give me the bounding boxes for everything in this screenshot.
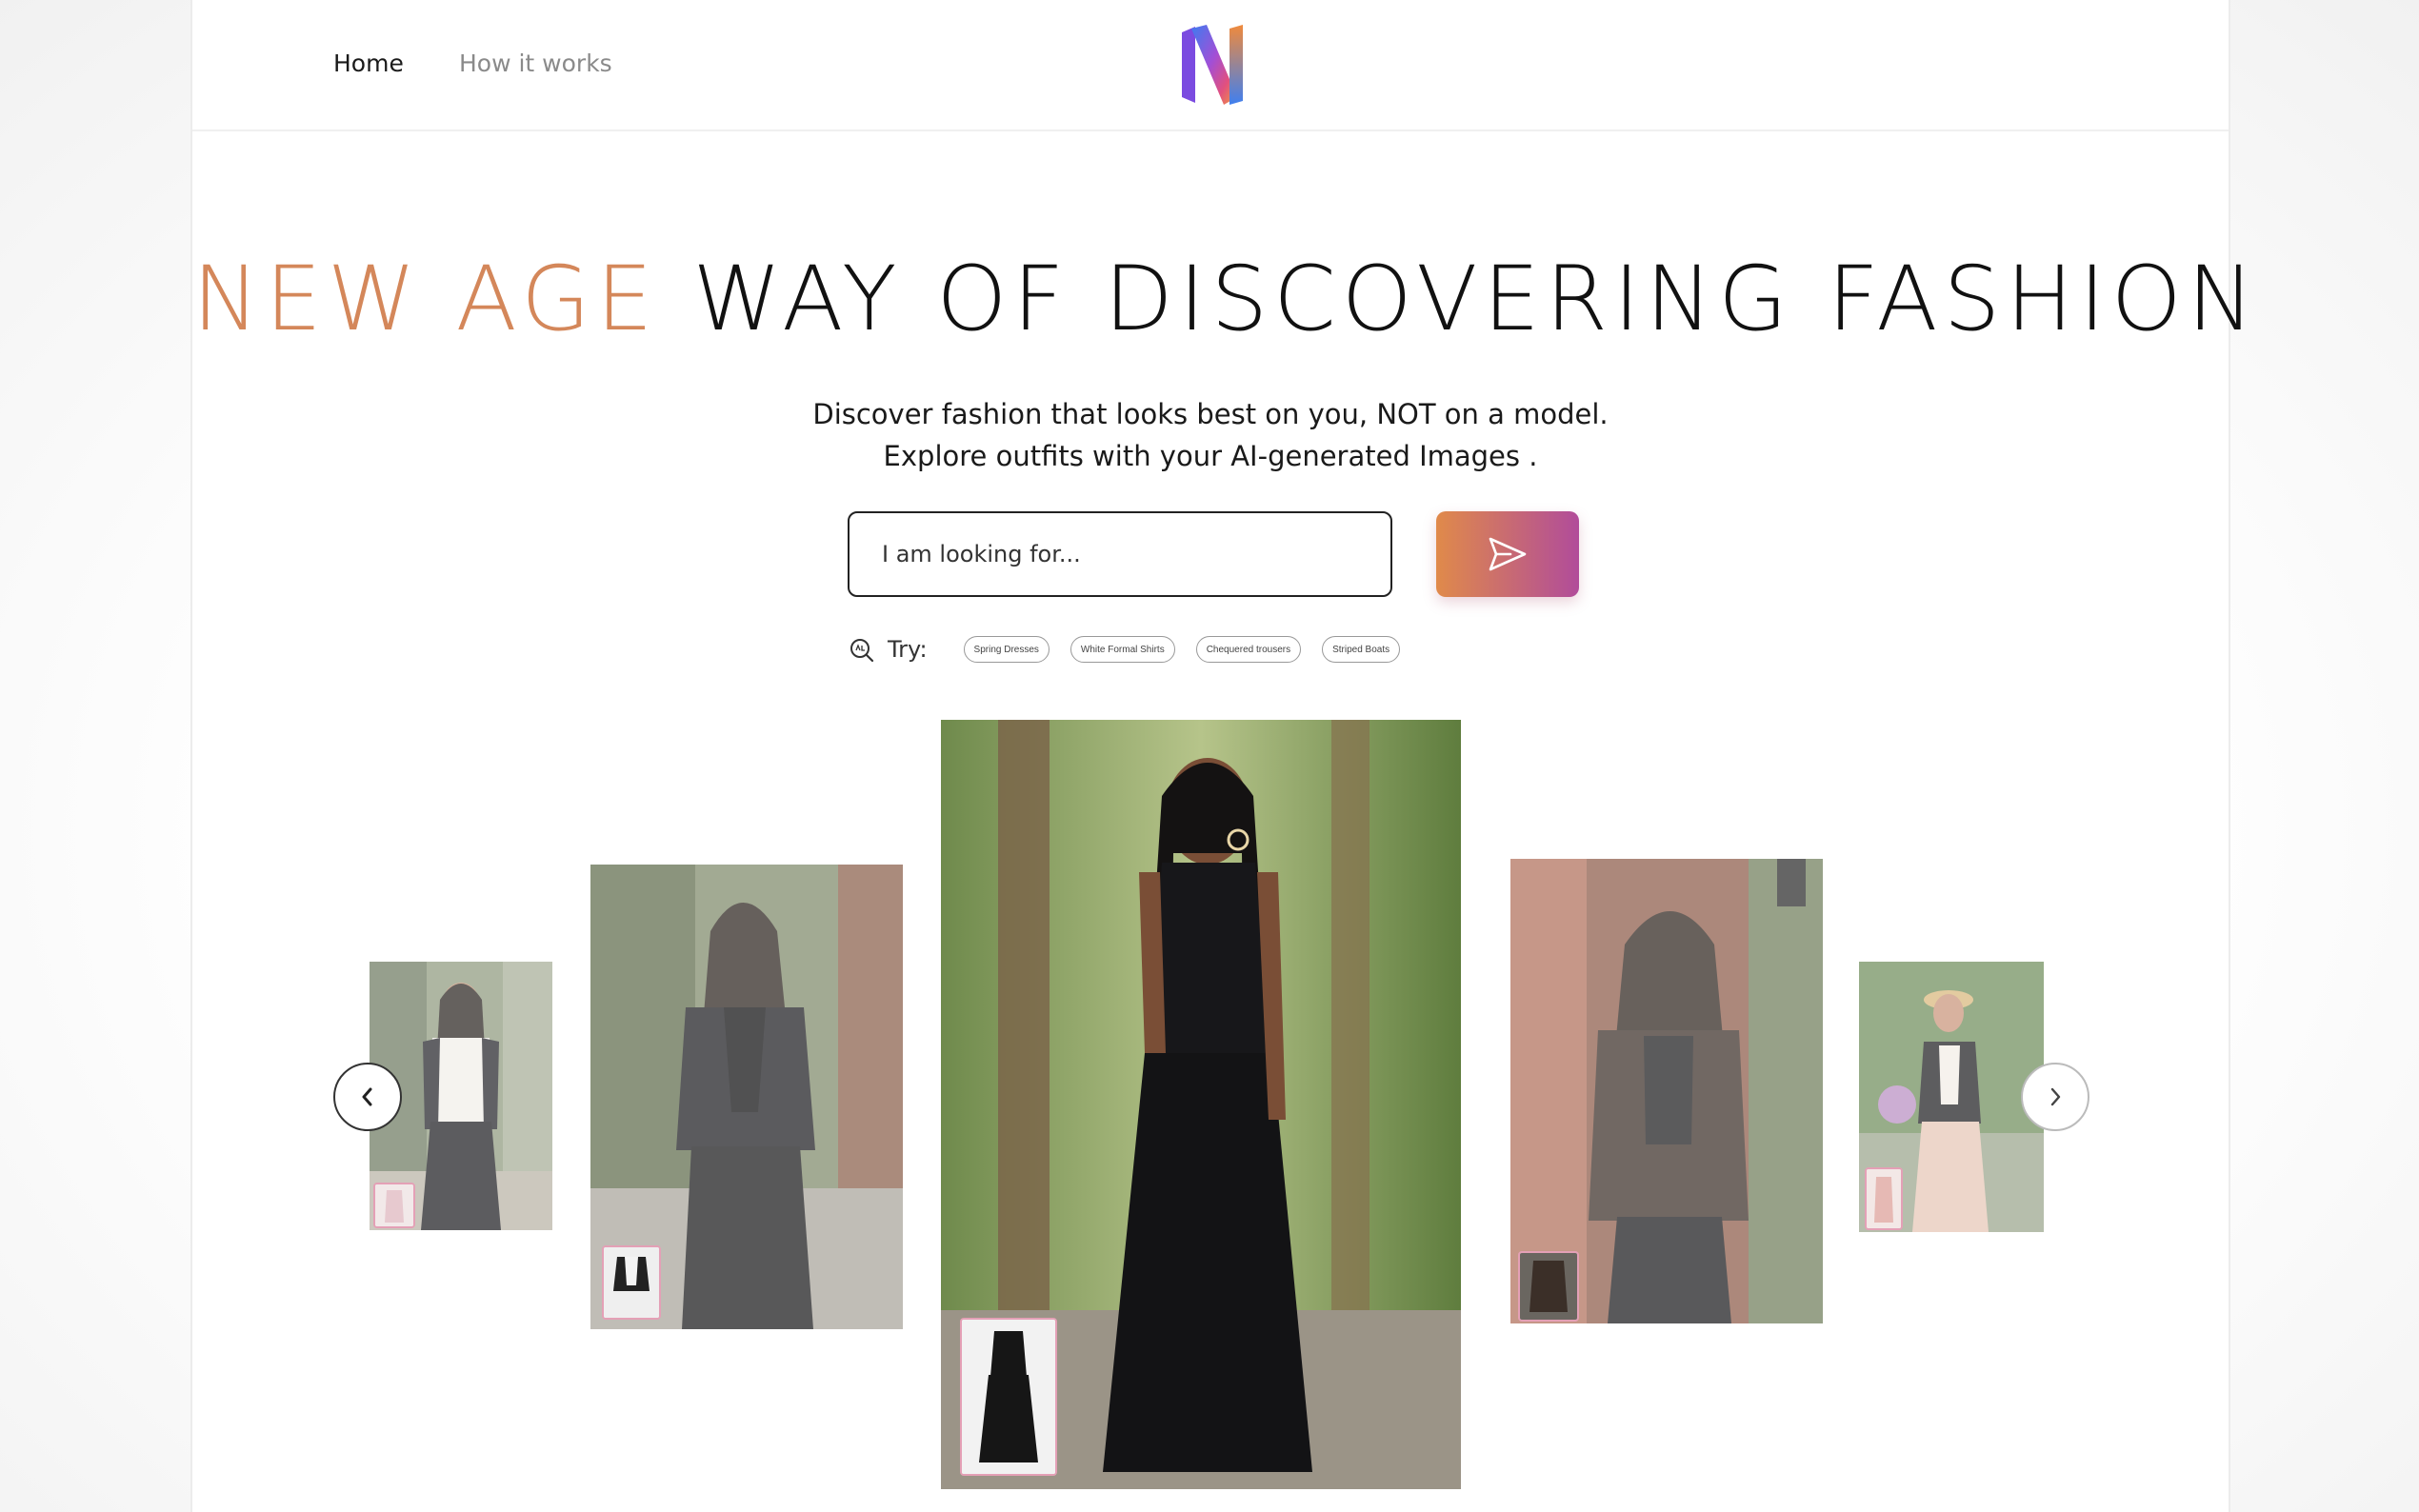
carousel-card[interactable] [1859, 962, 2044, 1232]
suggestion-chip[interactable]: Spring Dresses [963, 636, 1050, 663]
hero-subtitle-line-2: Explore outfits with your AI-generated I… [883, 440, 1538, 472]
app-root: Home How it works NEW AGE WAY OF DISCOVE… [0, 0, 2419, 1512]
paper-plane-icon [1489, 537, 1527, 571]
outfit-thumbnail[interactable] [1865, 1167, 1903, 1230]
search-sparkle-icon [850, 639, 874, 663]
chevron-left-icon [362, 1087, 372, 1106]
try-label: Try: [888, 636, 928, 663]
outfit-thumbnail[interactable] [602, 1245, 661, 1320]
hero-subtitle-line-1: Discover fashion that looks best on you,… [812, 398, 1609, 430]
carousel-prev-button[interactable] [333, 1063, 402, 1131]
nav-home-link[interactable]: Home [333, 50, 404, 77]
carousel-card[interactable] [590, 865, 903, 1329]
carousel-next-button[interactable] [2021, 1063, 2089, 1131]
navbar: Home How it works [192, 0, 2229, 131]
outfit-thumbnail[interactable] [1518, 1251, 1579, 1322]
carousel-card[interactable] [1510, 859, 1823, 1323]
hero-title-accent: NEW AGE [192, 248, 659, 351]
search-input[interactable] [848, 511, 1392, 597]
chevron-right-icon [2050, 1087, 2061, 1106]
nav-how-it-works-link[interactable]: How it works [459, 50, 612, 77]
send-button[interactable] [1436, 511, 1579, 597]
try-suggestions: Try: Spring Dresses White Formal Shirts … [848, 632, 1421, 666]
outfit-thumbnail[interactable] [960, 1318, 1057, 1476]
hero-title-rest: WAY OF DISCOVERING FASHION [692, 248, 2260, 351]
hero-title: NEW AGE WAY OF DISCOVERING FASHION [192, 248, 2254, 351]
suggestion-chip[interactable]: White Formal Shirts [1070, 636, 1175, 663]
carousel-card-active[interactable] [941, 720, 1461, 1489]
suggestion-chip[interactable]: Chequered trousers [1195, 636, 1302, 663]
outfit-thumbnail[interactable] [373, 1183, 415, 1228]
suggestion-chip[interactable]: Striped Boats [1322, 636, 1401, 663]
page-frame: Home How it works NEW AGE WAY OF DISCOVE… [190, 0, 2254, 1512]
brand-logo[interactable] [1178, 23, 1247, 107]
